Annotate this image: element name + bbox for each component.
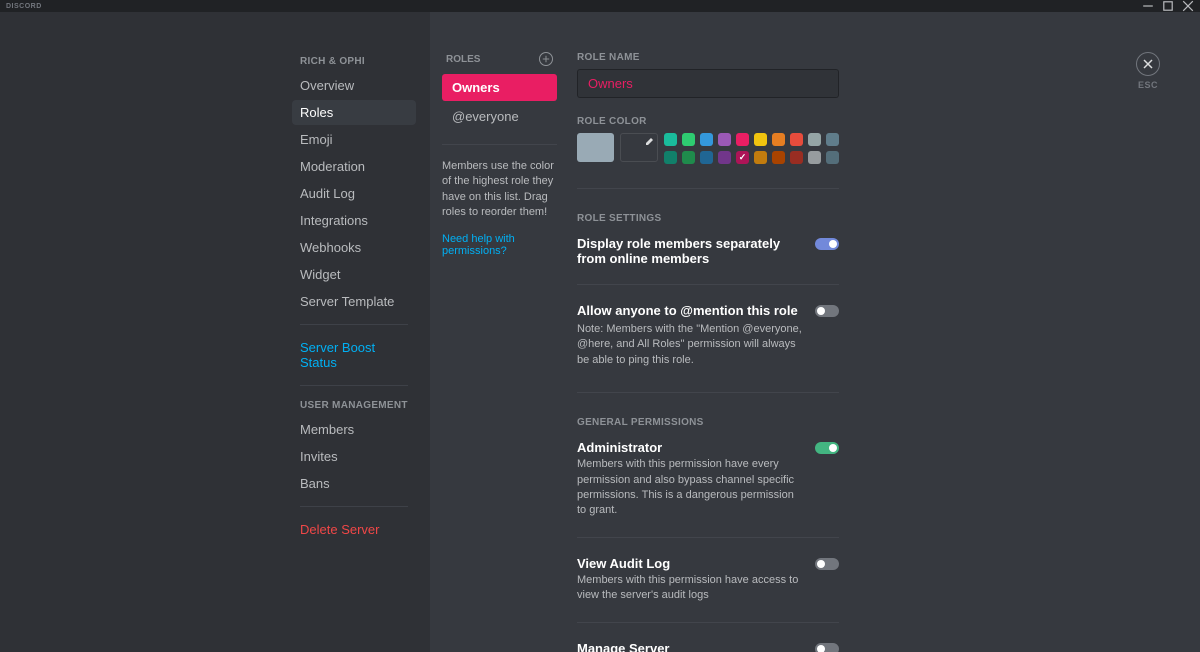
color-swatch[interactable] bbox=[826, 133, 839, 146]
color-swatch[interactable] bbox=[826, 151, 839, 164]
sidebar-item-members[interactable]: Members bbox=[292, 417, 416, 442]
sidebar-item-bans[interactable]: Bans bbox=[292, 471, 416, 496]
sidebar-item-server-boost[interactable]: Server Boost Status bbox=[292, 335, 416, 375]
close-label: ESC bbox=[1136, 80, 1160, 90]
color-swatch[interactable] bbox=[664, 133, 677, 146]
sidebar-item-audit-log[interactable]: Audit Log bbox=[292, 181, 416, 206]
color-picker-button[interactable] bbox=[620, 133, 658, 162]
color-swatch[interactable] bbox=[736, 151, 749, 164]
app-logo: Discord bbox=[6, 3, 42, 10]
main: Rich & Ophi Overview Roles Emoji Moderat… bbox=[0, 12, 1200, 652]
window-maximize-button[interactable] bbox=[1162, 0, 1174, 12]
color-swatch[interactable] bbox=[682, 151, 695, 164]
permission-toggle[interactable] bbox=[815, 558, 839, 570]
sidebar-item-widget[interactable]: Widget bbox=[292, 262, 416, 287]
role-item-everyone[interactable]: @everyone bbox=[442, 103, 557, 130]
settings-divider bbox=[577, 284, 839, 285]
roles-hint-text: Members use the color of the highest rol… bbox=[442, 159, 557, 221]
close-settings-button[interactable] bbox=[1136, 52, 1160, 76]
permission-desc: Members with this permission have every … bbox=[577, 457, 803, 519]
sidebar-item-invites[interactable]: Invites bbox=[292, 444, 416, 469]
sidebar-item-delete-server[interactable]: Delete Server bbox=[292, 517, 416, 542]
settings-divider bbox=[577, 188, 839, 189]
roles-list-column: Roles Owners @everyone Members use the c… bbox=[442, 52, 557, 612]
permission-row: View Audit Log Members with this permiss… bbox=[577, 556, 839, 604]
general-permissions-label: General Permissions bbox=[577, 417, 839, 428]
color-swatch[interactable] bbox=[718, 151, 731, 164]
sidebar-item-overview[interactable]: Overview bbox=[292, 73, 416, 98]
color-swatch[interactable] bbox=[700, 151, 713, 164]
color-swatch[interactable] bbox=[772, 151, 785, 164]
role-name-label: Role Name bbox=[577, 52, 839, 63]
toggle-display-separately[interactable] bbox=[815, 238, 839, 250]
sidebar-divider bbox=[300, 324, 408, 325]
role-name-input[interactable] bbox=[577, 69, 839, 98]
sidebar-header-server: Rich & Ophi bbox=[292, 52, 416, 71]
sidebar-item-webhooks[interactable]: Webhooks bbox=[292, 235, 416, 260]
settings-divider bbox=[577, 537, 839, 538]
add-role-button[interactable] bbox=[539, 52, 553, 66]
setting-display-separately: Display role members separately from onl… bbox=[577, 236, 839, 266]
color-swatch[interactable] bbox=[790, 151, 803, 164]
color-swatch[interactable] bbox=[808, 151, 821, 164]
color-swatch[interactable] bbox=[700, 133, 713, 146]
color-swatch[interactable] bbox=[682, 133, 695, 146]
color-swatch[interactable] bbox=[790, 133, 803, 146]
color-swatch[interactable] bbox=[718, 133, 731, 146]
permission-toggle[interactable] bbox=[815, 442, 839, 454]
settings-divider bbox=[577, 622, 839, 623]
close-area: ESC bbox=[1136, 52, 1160, 90]
window-minimize-button[interactable] bbox=[1142, 0, 1154, 12]
content: Roles Owners @everyone Members use the c… bbox=[430, 12, 1200, 652]
plus-icon bbox=[542, 55, 550, 63]
roles-divider bbox=[442, 144, 557, 145]
permission-title: Manage Server bbox=[577, 641, 803, 652]
setting-note: Note: Members with the "Mention @everyon… bbox=[577, 322, 803, 368]
sidebar-divider bbox=[300, 506, 408, 507]
role-settings-column: Role Name Role Color Role Settings bbox=[577, 52, 839, 612]
setting-title: Display role members separately from onl… bbox=[577, 236, 803, 266]
permission-row: Administrator Members with this permissi… bbox=[577, 440, 839, 519]
permission-toggle[interactable] bbox=[815, 643, 839, 652]
permission-title: Administrator bbox=[577, 440, 803, 455]
settings-sidebar: Rich & Ophi Overview Roles Emoji Moderat… bbox=[0, 12, 430, 652]
titlebar: Discord bbox=[0, 0, 1200, 12]
roles-header-label: Roles bbox=[446, 54, 539, 65]
color-swatch[interactable] bbox=[808, 133, 821, 146]
sidebar-item-roles[interactable]: Roles bbox=[292, 100, 416, 125]
sidebar-item-emoji[interactable]: Emoji bbox=[292, 127, 416, 152]
color-swatch[interactable] bbox=[772, 133, 785, 146]
sidebar-header-user-management: User Management bbox=[292, 396, 416, 415]
sidebar-item-moderation[interactable]: Moderation bbox=[292, 154, 416, 179]
color-default-button[interactable] bbox=[577, 133, 614, 162]
color-swatch[interactable] bbox=[754, 133, 767, 146]
close-icon bbox=[1142, 58, 1154, 70]
color-swatch[interactable] bbox=[754, 151, 767, 164]
color-swatch[interactable] bbox=[736, 133, 749, 146]
sidebar-item-server-template[interactable]: Server Template bbox=[292, 289, 416, 314]
sidebar-divider bbox=[300, 385, 408, 386]
sidebar-item-integrations[interactable]: Integrations bbox=[292, 208, 416, 233]
role-color-label: Role Color bbox=[577, 116, 839, 127]
setting-allow-mention: Allow anyone to @mention this role Note:… bbox=[577, 303, 839, 368]
window-close-button[interactable] bbox=[1182, 0, 1194, 12]
permission-desc: Members with this permission have access… bbox=[577, 573, 803, 604]
role-item-owners[interactable]: Owners bbox=[442, 74, 557, 101]
permission-row: Manage Server Members with this permissi… bbox=[577, 641, 839, 652]
role-settings-label: Role Settings bbox=[577, 213, 839, 224]
settings-divider bbox=[577, 392, 839, 393]
eyedropper-icon bbox=[644, 137, 654, 147]
toggle-allow-mention[interactable] bbox=[815, 305, 839, 317]
permission-title: View Audit Log bbox=[577, 556, 803, 571]
color-swatch[interactable] bbox=[664, 151, 677, 164]
roles-help-link[interactable]: Need help with permissions? bbox=[442, 233, 557, 257]
setting-title: Allow anyone to @mention this role bbox=[577, 303, 803, 318]
